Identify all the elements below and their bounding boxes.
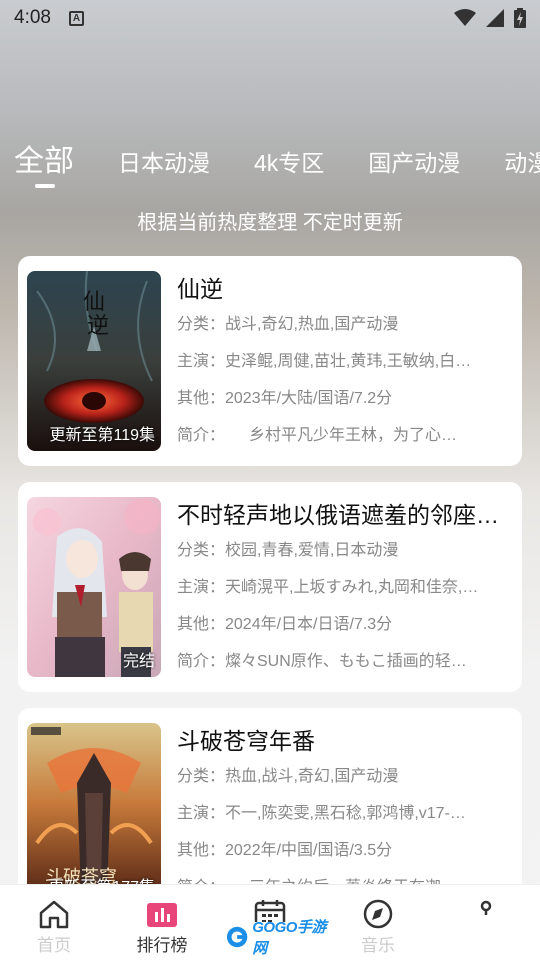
wifi-icon (454, 9, 476, 26)
chart-icon (147, 903, 177, 927)
episode-badge: 完结 (122, 653, 155, 670)
anime-list: 仙 逆 更新至第119集 仙逆 分类：战斗,奇幻,热血,国产动漫 主演：史泽鲲,… (18, 256, 522, 934)
tab-label: 4k专区 (254, 150, 325, 176)
item-cast: 主演：天崎滉平,上坂すみれ,丸岡和佳奈,… (177, 579, 479, 596)
status-bar: 4:08 A (0, 0, 540, 36)
tab-japanese-anime[interactable]: 日本动漫 (118, 144, 210, 190)
item-category: 分类：校园,青春,爱情,日本动漫 (177, 542, 399, 559)
item-title: 斗破苍穹年番 (177, 728, 315, 754)
home-icon (39, 900, 69, 929)
episode-badge: 更新至第119集 (49, 427, 155, 444)
nav-label: 音乐 (361, 936, 395, 955)
page-subtitle: 根据当前热度整理 不定时更新 (137, 212, 403, 234)
item-other: 其他：2024年/日本/日语/7.3分 (177, 616, 393, 633)
battery-charging-icon (514, 8, 526, 28)
status-icons (454, 8, 526, 28)
nav-home[interactable]: 首页 (0, 885, 108, 960)
item-title: 不时轻声地以俄语遮羞的邻座… (177, 502, 499, 528)
svg-text:逆: 逆 (87, 314, 109, 339)
watermark-text: GOGO手游网 (252, 919, 326, 957)
item-intro: 简介：燦々SUN原作、ももこ插画的轻… (177, 653, 467, 670)
category-tabs: 全部 日本动漫 4k专区 国产动漫 动漫 (0, 130, 540, 190)
list-item[interactable]: 仙 逆 更新至第119集 仙逆 分类：战斗,奇幻,热血,国产动漫 主演：史泽鲲,… (18, 256, 522, 466)
list-item[interactable]: 完结 不时轻声地以俄语遮羞的邻座… 分类：校园,青春,爱情,日本动漫 主演：天崎… (18, 482, 522, 692)
item-other: 其他：2023年/大陆/国语/7.2分 (177, 390, 393, 407)
item-category: 分类：战斗,奇幻,热血,国产动漫 (177, 316, 399, 333)
compass-icon (363, 899, 393, 929)
tab-4k[interactable]: 4k专区 (254, 144, 324, 190)
tab-domestic-anime[interactable]: 国产动漫 (368, 144, 460, 190)
nav-label: 首页 (37, 936, 71, 955)
item-title: 仙逆 (177, 276, 223, 302)
tab-label: 日本动漫 (118, 150, 210, 176)
item-cast: 主演：不一,陈奕雯,黑石稔,郭鸿博,v17-… (177, 805, 466, 822)
svg-text:仙: 仙 (83, 290, 105, 315)
tab-active-indicator (35, 184, 55, 188)
cover-image: 斗破苍穹 更新至第177集 (27, 723, 161, 903)
item-info: 不时轻声地以俄语遮羞的邻座… 分类：校园,青春,爱情,日本动漫 主演：天崎滉平,… (177, 498, 511, 680)
cover-image: 仙 逆 更新至第119集 (27, 271, 161, 451)
person-icon (480, 900, 492, 915)
signal-icon (486, 9, 504, 27)
site-watermark: GOGO手游网 (226, 919, 334, 957)
nav-ranking[interactable]: 排行榜 (108, 885, 216, 960)
item-other: 其他：2022年/中国/国语/3.5分 (177, 842, 393, 859)
item-info: 仙逆 分类：战斗,奇幻,热血,国产动漫 主演：史泽鲲,周健,苗壮,黄玮,王敏纳,… (177, 272, 511, 454)
tab-label: 国产动漫 (368, 150, 461, 176)
nav-label: 排行榜 (136, 936, 188, 955)
item-category: 分类：热血,战斗,奇幻,国产动漫 (177, 768, 399, 785)
status-time: 4:08 (14, 7, 51, 28)
item-cast: 主演：史泽鲲,周健,苗壮,黄玮,王敏纳,白… (177, 353, 472, 370)
item-info: 斗破苍穹年番 分类：热血,战斗,奇幻,国产动漫 主演：不一,陈奕雯,黑石稔,郭鸿… (177, 724, 511, 906)
sim-icon: A (68, 10, 84, 26)
tab-label: 全部 (14, 145, 74, 178)
item-intro: 简介： 乡村平凡少年王林，为了心… (177, 427, 458, 444)
nav-profile[interactable] (432, 885, 540, 960)
cover-image: 完结 (27, 497, 161, 677)
tab-anime[interactable]: 动漫 (504, 144, 540, 190)
tab-label: 动漫 (504, 150, 540, 176)
tab-all[interactable]: 全部 (14, 136, 74, 190)
nav-music[interactable]: 音乐 (324, 885, 432, 960)
gogo-logo-icon (226, 926, 248, 948)
